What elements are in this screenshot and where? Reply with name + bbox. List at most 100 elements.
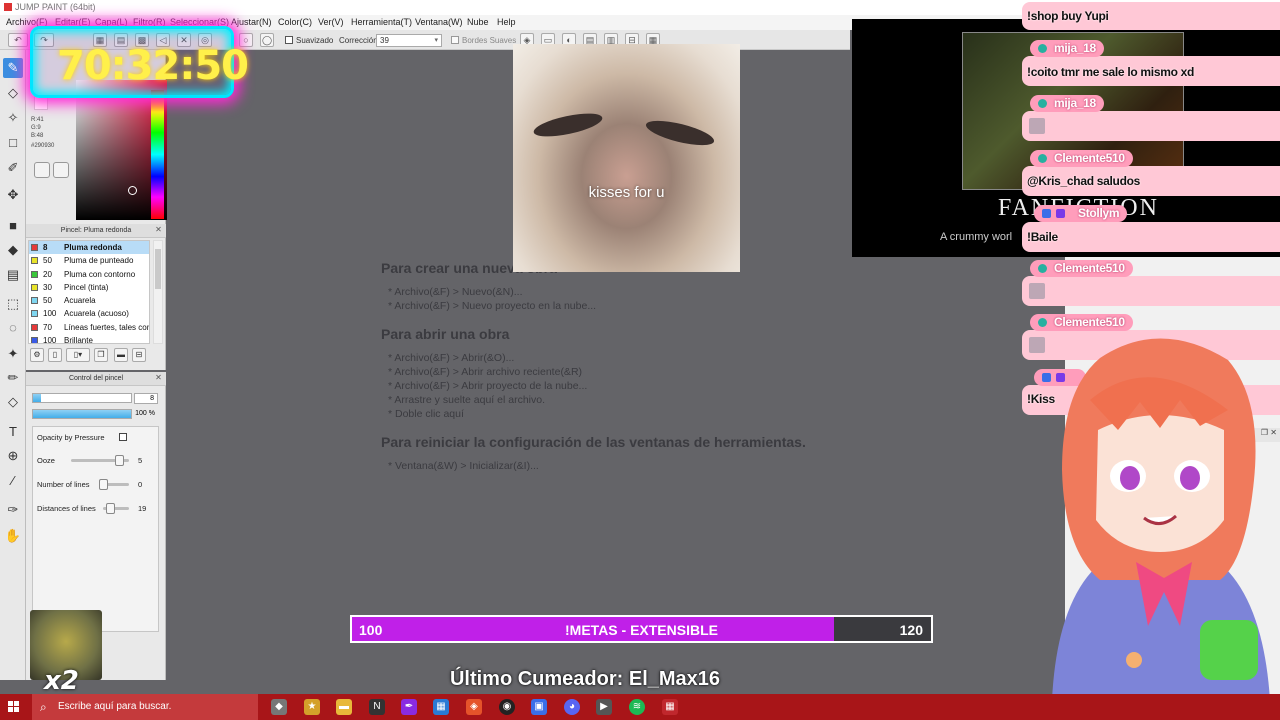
medal-app-icon[interactable]: ★ [304, 699, 320, 715]
opacity-slider[interactable] [32, 409, 132, 419]
lasso-icon[interactable]: ◌ [3, 318, 23, 338]
menu-herramienta[interactable]: Herramienta(T) [351, 17, 412, 27]
canvas-area[interactable]: Para crear una nueva obra * Archivo(&F) … [167, 50, 853, 680]
smooth-checkbox[interactable] [285, 36, 293, 44]
list-item[interactable]: 20 Pluma con contorno [29, 268, 149, 281]
slider-knob[interactable] [115, 455, 125, 466]
brush-name: Pluma con contorno [64, 269, 136, 279]
select-pen-icon[interactable]: ✏ [3, 368, 23, 388]
store-icon[interactable]: ▦ [433, 699, 449, 715]
hue-slider[interactable] [151, 90, 164, 219]
brave-browser-icon[interactable]: ◈ [466, 699, 482, 715]
help-item: * Doble clic aquí [388, 408, 464, 420]
undo-icon[interactable]: ↶ [8, 33, 28, 47]
jump-paint-icon[interactable]: ▦ [662, 699, 678, 715]
help-item[interactable]: * Archivo(&F) > Nuevo(&N)... [388, 286, 523, 298]
color-palette-icon[interactable] [53, 162, 69, 178]
pen-app-icon[interactable]: ✒ [401, 699, 417, 715]
delete-brush-icon[interactable]: ⊟ [132, 348, 146, 362]
color-history-icon[interactable] [34, 162, 50, 178]
eraser-tool-icon[interactable]: ◇ [3, 83, 23, 103]
size-slider[interactable] [32, 393, 132, 403]
menu-ventana[interactable]: Ventana(W) [415, 17, 463, 27]
menu-color[interactable]: Color(C) [278, 17, 312, 27]
brush-name: Brillante [64, 336, 93, 344]
list-item[interactable]: 8 Pluma redonda [29, 241, 149, 255]
move-tool-icon[interactable]: ✥ [3, 185, 23, 205]
gradient-icon[interactable]: ▤ [3, 265, 23, 285]
notes-app-icon[interactable]: N [369, 699, 385, 715]
magic-wand-icon[interactable]: ✦ [3, 344, 23, 364]
soft-edges-checkbox[interactable] [451, 36, 459, 44]
copy-brush-icon[interactable]: ❐ [94, 348, 108, 362]
frame-tool-icon[interactable]: ⊕ [3, 446, 23, 466]
app-icon[interactable]: ◆ [271, 699, 287, 715]
opacity-pressure-checkbox[interactable] [119, 433, 127, 441]
folder-icon[interactable]: ▬ [114, 348, 128, 362]
close-icon[interactable]: ✕ [154, 374, 163, 383]
brush-menu-icon[interactable]: ▯▾ [66, 348, 90, 362]
folder-icon[interactable]: ▬ [336, 699, 352, 715]
gem-badge-icon [1056, 209, 1065, 218]
correction-select[interactable]: 39 ▾ [376, 34, 442, 47]
hand-tool-icon[interactable]: ✋ [3, 526, 23, 546]
menu-ver[interactable]: Ver(V) [318, 17, 344, 27]
media-player-icon[interactable]: ▶ [596, 699, 612, 715]
taskbar: ⌕ Escribe aquí para buscar. ◆ ★ ▬ N ✒ ▦ … [0, 694, 1280, 720]
chat-username-text: Stollym [1078, 206, 1120, 220]
previous-color-swatch[interactable] [34, 96, 48, 110]
discord-icon[interactable]: ◕ [564, 699, 580, 715]
slider-knob[interactable] [99, 479, 108, 490]
help-item[interactable]: * Ventana(&W) > Inicializar(&I)... [388, 460, 539, 472]
list-item[interactable]: 100 Brillante [29, 334, 149, 344]
select-eraser-icon[interactable]: ◇ [3, 392, 23, 412]
new-brush-icon[interactable]: ▯ [48, 348, 62, 362]
menu-ajustar[interactable]: Ajustar(N) [231, 17, 272, 27]
eyedropper-icon[interactable]: ⁄ [3, 471, 23, 491]
help-item[interactable]: * Archivo(&F) > Abrir proyecto de la nub… [388, 380, 587, 392]
select-icon[interactable]: ⬚ [3, 294, 23, 314]
help-item[interactable]: * Archivo(&F) > Nuevo proyecto en la nub… [388, 300, 596, 312]
brush-tool-icon[interactable]: ✐ [3, 158, 23, 178]
obs-icon[interactable]: ◉ [499, 699, 515, 715]
bucket-icon[interactable]: ◆ [3, 240, 23, 260]
operation-tool-icon[interactable]: ✑ [3, 500, 23, 520]
pen-tool-icon[interactable]: ✎ [3, 58, 23, 78]
scrollbar-thumb[interactable] [155, 249, 161, 289]
spotify-icon[interactable]: ≋ [629, 699, 645, 715]
cat-eye [531, 108, 605, 142]
chat-username-text: mija_18 [1054, 41, 1096, 55]
brush-color-swatch [31, 297, 38, 305]
number-of-lines-slider[interactable] [99, 479, 129, 490]
color-cursor[interactable] [128, 186, 137, 195]
app-icon [4, 3, 12, 11]
user-badge-icon [1038, 44, 1047, 53]
windows-start-icon[interactable] [8, 701, 20, 713]
chat-text: !Baile [1027, 230, 1058, 244]
list-item[interactable]: 70 Líneas fuertes, tales como [29, 321, 149, 334]
help-item[interactable]: * Archivo(&F) > Abrir(&O)... [388, 352, 514, 364]
menu-help[interactable]: Help [497, 17, 516, 27]
ooze-slider[interactable] [71, 455, 129, 466]
emote-icon [1029, 118, 1045, 134]
text-tool-icon[interactable]: T [3, 422, 23, 442]
list-item[interactable]: 50 Pluma de punteado [29, 254, 149, 267]
settings-icon[interactable]: ⚙ [30, 348, 44, 362]
help-item[interactable]: * Archivo(&F) > Abrir archivo reciente(&… [388, 366, 582, 378]
list-item[interactable]: 100 Acuarela (acuoso) [29, 307, 149, 320]
close-icon[interactable]: ✕ [154, 226, 163, 235]
brush-list-scrollbar[interactable] [153, 240, 163, 344]
menu-nube[interactable]: Nube [467, 17, 489, 27]
list-item[interactable]: 50 Acuarela [29, 294, 149, 307]
taskbar-search[interactable]: ⌕ Escribe aquí para buscar. [32, 694, 258, 720]
ellipse-icon[interactable]: ◯ [260, 33, 274, 47]
dot-eraser-icon[interactable]: ✧ [3, 108, 23, 128]
distances-of-lines-slider[interactable] [103, 503, 129, 514]
fill-rect-icon[interactable]: ■ [3, 216, 23, 236]
start-tile [14, 701, 19, 706]
slider-knob[interactable] [105, 503, 115, 514]
rect-select-icon[interactable]: □ [3, 133, 23, 153]
app-window-icon[interactable]: ▣ [531, 699, 547, 715]
size-value[interactable]: 8 [134, 393, 158, 404]
list-item[interactable]: 30 Pincel (tinta) [29, 281, 149, 294]
